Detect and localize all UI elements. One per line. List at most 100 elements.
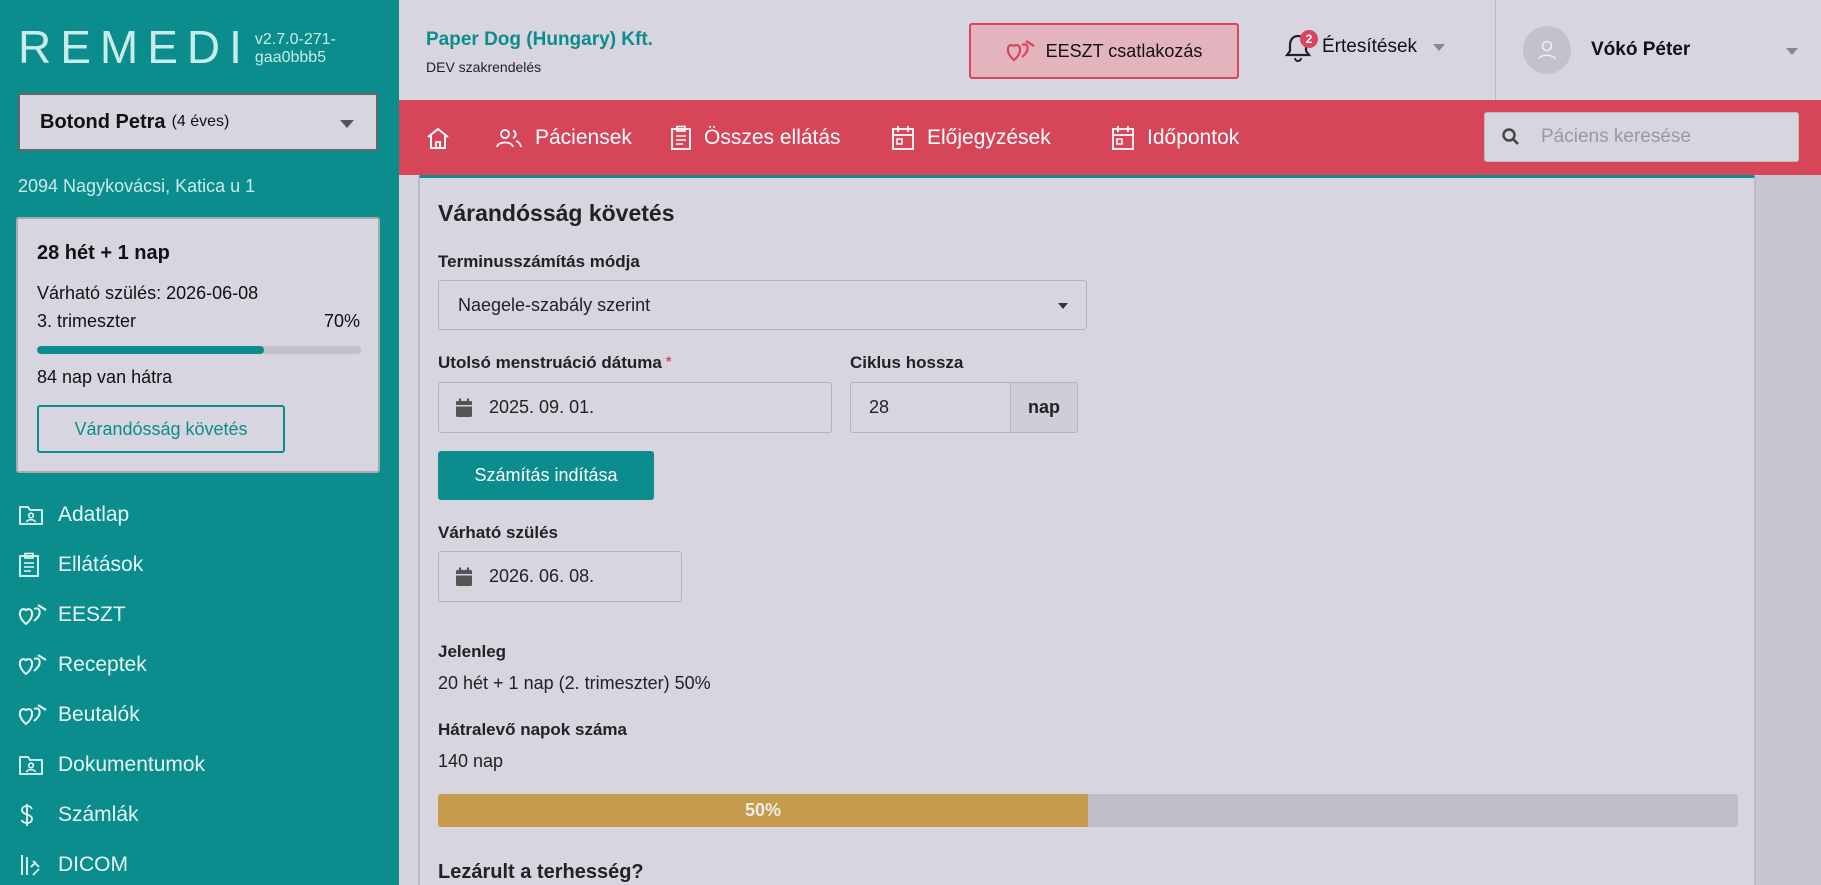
nav-patients[interactable]: Páciensek bbox=[495, 100, 632, 175]
sidebar-item-label: Dokumentumok bbox=[58, 753, 206, 776]
due-label: Várható szülés bbox=[438, 523, 558, 542]
sidebar-item-dicom[interactable]: DICOM bbox=[0, 840, 399, 885]
sidebar: REMEDI v2.7.0-271-gaa0bbb5 Botond Petra … bbox=[0, 0, 399, 885]
home-icon bbox=[427, 127, 449, 149]
chevron-down-icon[interactable] bbox=[1786, 48, 1798, 55]
pregnancy-days-left: 84 nap van hátra bbox=[37, 367, 173, 387]
nav-home[interactable] bbox=[425, 100, 463, 175]
method-select[interactable]: Naegele-szabály szerint bbox=[438, 280, 1087, 330]
eeszt-connect-button[interactable]: EESZT csatlakozás bbox=[969, 23, 1239, 79]
method-label: Terminusszámítás módja bbox=[438, 252, 640, 271]
sidebar-item-adatlap[interactable]: Adatlap bbox=[0, 490, 399, 540]
sidebar-nav: Adatlap Ellátások EESZT Receptek Beutaló… bbox=[0, 490, 399, 885]
pregnancy-summary-card: 28 hét + 1 nap Várható szülés: 2026-06-0… bbox=[16, 217, 380, 473]
calendar-icon bbox=[892, 125, 914, 150]
pregnancy-progress-fill: 50% bbox=[438, 794, 1088, 827]
dicom-icon bbox=[18, 853, 58, 877]
sidebar-item-receptek[interactable]: Receptek bbox=[0, 640, 399, 690]
lmp-date-value: 2025. 09. 01. bbox=[489, 397, 595, 417]
pregnancy-tracking-card: Várandósság követés Terminusszámítás mód… bbox=[418, 175, 1756, 885]
nav-label: Páciensek bbox=[535, 125, 632, 149]
nav-all-care[interactable]: Összes ellátás bbox=[670, 100, 841, 175]
search-icon bbox=[1502, 128, 1519, 145]
remaining-label: Hátralevő napok száma bbox=[438, 720, 627, 739]
pregnancy-trimester: 3. trimeszter bbox=[37, 311, 137, 331]
sidebar-item-label: Beutalók bbox=[58, 703, 140, 726]
users-icon bbox=[496, 128, 522, 147]
sidebar-item-dokumentumok[interactable]: Dokumentumok bbox=[0, 740, 399, 790]
nav-label: Előjegyzések bbox=[927, 125, 1051, 149]
user-name: Vókó Péter bbox=[1591, 39, 1691, 60]
nav-reservations[interactable]: Előjegyzések bbox=[891, 100, 1051, 175]
chevron-down-icon bbox=[340, 120, 354, 128]
sidebar-item-beutalok[interactable]: Beutalók bbox=[0, 690, 399, 740]
eeszt-heart-icon bbox=[18, 703, 58, 727]
patient-selector[interactable]: Botond Petra (4 éves) bbox=[18, 93, 378, 151]
pregnancy-weeks: 28 hét + 1 nap bbox=[37, 242, 170, 264]
progress-label: 50% bbox=[744, 800, 782, 820]
calculate-button[interactable]: Számítás indítása bbox=[438, 451, 654, 500]
due-date-value: 2026. 06. 08. bbox=[489, 566, 595, 586]
patient-name: Botond Petra bbox=[40, 110, 166, 133]
folder-user-icon bbox=[18, 754, 58, 776]
logo[interactable]: REMEDI v2.7.0-271-gaa0bbb5 bbox=[18, 24, 399, 70]
logo-text: REMEDI bbox=[18, 21, 251, 73]
bell-icon: 2 bbox=[1284, 30, 1318, 64]
nav-label: Összes ellátás bbox=[704, 125, 841, 149]
organization-name[interactable]: Paper Dog (Hungary) Kft. bbox=[426, 29, 653, 51]
notifications-label: Értesítések bbox=[1322, 36, 1418, 57]
lmp-label: Utolsó menstruáció dátuma * bbox=[438, 353, 671, 373]
calendar-icon bbox=[456, 398, 472, 417]
patient-address: 2094 Nagykovácsi, Katica u 1 bbox=[18, 176, 256, 196]
required-marker: * bbox=[665, 353, 672, 369]
sidebar-item-label: Számlák bbox=[58, 803, 139, 826]
chevron-down-icon bbox=[1058, 303, 1068, 309]
eeszt-connect-label: EESZT csatlakozás bbox=[1045, 40, 1203, 61]
cycle-unit: nap bbox=[1011, 382, 1078, 433]
cycle-length-group: nap bbox=[850, 382, 1078, 433]
pregnancy-progress-bar: 50% bbox=[438, 794, 1738, 827]
eeszt-heart-icon bbox=[1006, 39, 1035, 62]
clipboard-icon bbox=[671, 125, 691, 150]
sidebar-item-label: EESZT bbox=[58, 603, 126, 626]
cycle-label: Ciklus hossza bbox=[850, 353, 964, 372]
avatar bbox=[1523, 26, 1571, 74]
pregnancy-due-date: Várható szülés: 2026-06-08 bbox=[37, 283, 259, 303]
sidebar-item-label: Ellátások bbox=[58, 553, 144, 576]
calendar-icon bbox=[456, 567, 472, 586]
sidebar-item-label: Adatlap bbox=[58, 503, 130, 526]
pregnancy-percent: 70% bbox=[323, 311, 360, 331]
clipboard-icon bbox=[18, 552, 58, 578]
pregnancy-progress-bar bbox=[37, 346, 361, 354]
dollar-icon bbox=[18, 802, 58, 828]
method-value: Naegele-szabály szerint bbox=[458, 294, 651, 315]
user-menu[interactable]: Vókó Péter bbox=[1523, 26, 1690, 74]
main-navbar: Páciensek Összes ellátás Előjegyzések Id… bbox=[399, 100, 1821, 175]
cycle-length-input[interactable] bbox=[850, 382, 1011, 433]
sidebar-item-label: Receptek bbox=[58, 653, 147, 676]
eeszt-heart-icon bbox=[18, 603, 58, 627]
lmp-date-field[interactable]: 2025. 09. 01. bbox=[438, 382, 832, 433]
pregnancy-closed-question: Lezárult a terhesség? bbox=[438, 861, 644, 883]
patient-search[interactable] bbox=[1484, 112, 1799, 162]
notifications-menu[interactable]: 2 Értesítések bbox=[1284, 30, 1446, 64]
search-input[interactable] bbox=[1541, 126, 1781, 148]
due-date-field[interactable]: 2026. 06. 08. bbox=[438, 551, 682, 602]
user-icon bbox=[1538, 40, 1556, 60]
remaining-value: 140 nap bbox=[438, 751, 504, 771]
sidebar-item-ellatasok[interactable]: Ellátások bbox=[0, 540, 399, 590]
nav-appointments[interactable]: Időpontok bbox=[1111, 100, 1239, 175]
notifications-count-badge: 2 bbox=[1300, 30, 1318, 48]
sidebar-item-szamlak[interactable]: Számlák bbox=[0, 790, 399, 840]
lmp-label-text: Utolsó menstruáció dátuma bbox=[438, 353, 662, 372]
pregnancy-tracking-button[interactable]: Várandósság követés bbox=[37, 405, 285, 453]
chevron-down-icon bbox=[1433, 43, 1446, 51]
nav-label: Időpontok bbox=[1147, 125, 1240, 149]
page-title: Várandósság követés bbox=[438, 200, 675, 226]
current-value: 20 hét + 1 nap (2. trimeszter) 50% bbox=[438, 673, 711, 693]
sidebar-item-eeszt[interactable]: EESZT bbox=[0, 590, 399, 640]
patient-age: (4 éves) bbox=[171, 113, 230, 130]
pregnancy-progress-fill bbox=[37, 346, 264, 354]
folder-user-icon bbox=[18, 504, 58, 526]
eeszt-heart-icon bbox=[18, 653, 58, 677]
